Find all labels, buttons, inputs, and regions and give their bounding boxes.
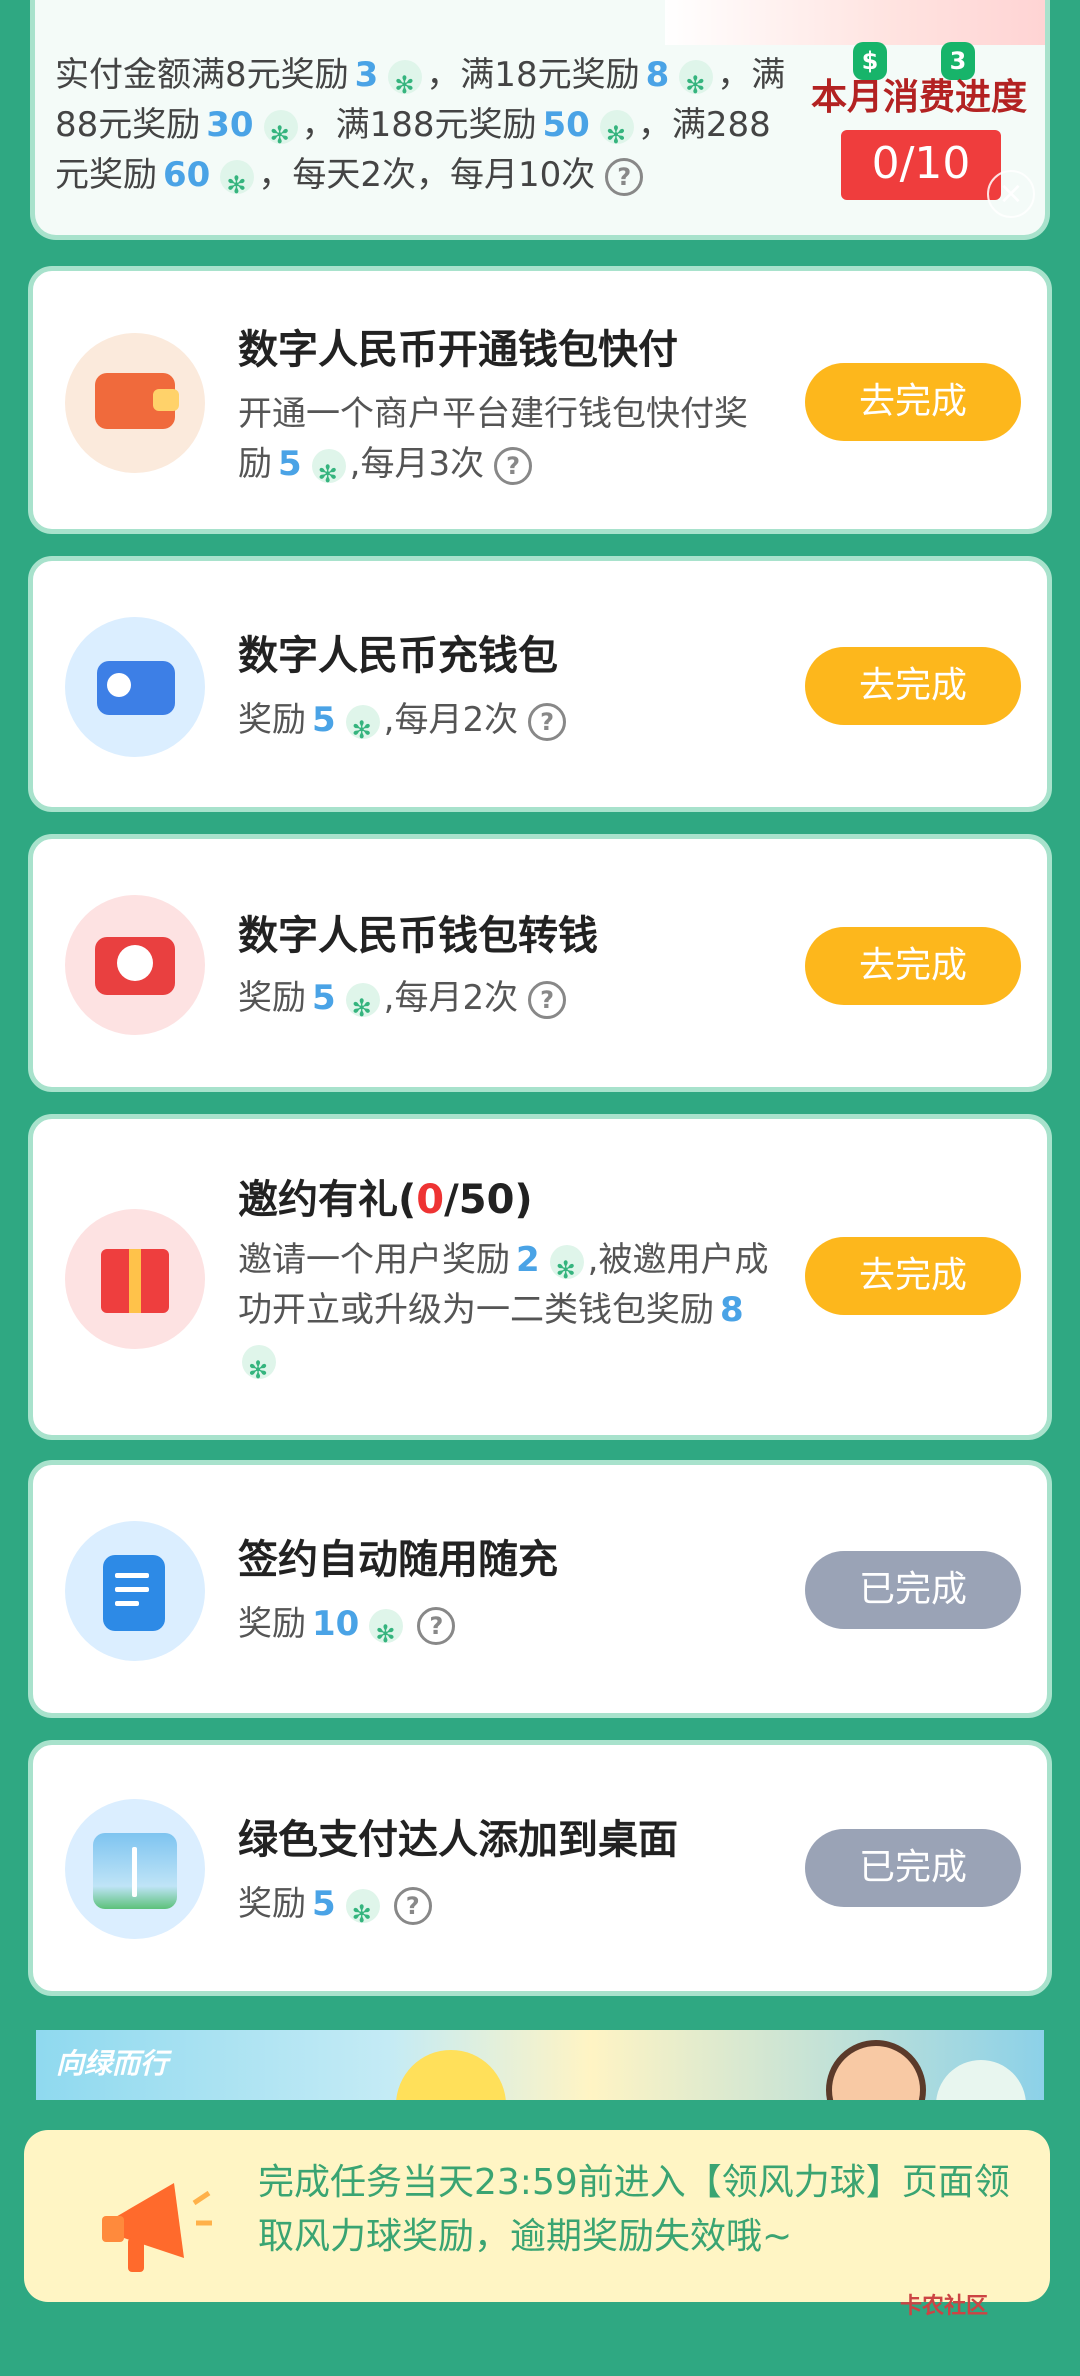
gift-icon — [65, 1209, 205, 1349]
complete-task-button[interactable]: 去完成 — [805, 927, 1021, 1005]
task-card-wallet-quickpay: 数字人民币开通钱包快付 开通一个商户平台建行钱包快付奖励5,每月3次? 去完成 — [28, 266, 1052, 534]
wind-ball-icon — [345, 982, 380, 1033]
help-icon[interactable]: ? — [528, 980, 567, 1019]
desc-text: ,每月2次 — [383, 700, 519, 740]
wind-ball-icon — [388, 59, 423, 110]
promo-banner[interactable]: 向绿而行 — [36, 2030, 1044, 2100]
reward-number: 5 — [312, 978, 336, 1018]
help-icon[interactable]: ? — [393, 1886, 432, 1925]
help-icon[interactable]: ? — [605, 157, 644, 196]
wind-turbine-icon — [65, 1799, 205, 1939]
close-icon[interactable]: × — [987, 170, 1035, 218]
task-description: 奖励5 ,每月2次? — [238, 973, 778, 1033]
reward-text: ，满18元奖励 — [426, 55, 640, 95]
wind-ball-icon — [220, 159, 255, 210]
reward-number: 30 — [206, 105, 254, 145]
reward-number: 8 — [720, 1290, 744, 1330]
reward-number: 5 — [278, 444, 302, 484]
task-description: 邀请一个用户奖励2,被邀用户成功开立或升级为一二类钱包奖励8 — [238, 1235, 778, 1395]
monthly-progress-title: 本月消费进度 — [810, 77, 1027, 118]
desc-text: ,每月3次 — [349, 444, 485, 484]
reward-number: 50 — [542, 105, 590, 145]
megaphone-icon — [102, 2183, 212, 2272]
task-title: 数字人民币钱包转钱 — [238, 913, 598, 959]
task-title: 数字人民币开通钱包快付 — [238, 327, 678, 373]
help-icon[interactable]: ? — [417, 1606, 456, 1645]
task-title: 邀约有礼(0/50) — [238, 1167, 533, 1225]
task-description: 开通一个商户平台建行钱包快付奖励5,每月3次? — [238, 389, 778, 499]
desc-text: ,每月2次 — [383, 978, 519, 1018]
task-title: 数字人民币充钱包 — [238, 633, 558, 679]
task-description: 奖励5 ,每月2次? — [238, 695, 778, 755]
task-title: 签约自动随用随充 — [238, 1537, 558, 1583]
task-title: 绿色支付达人添加到桌面 — [238, 1817, 678, 1863]
wind-ball-icon — [263, 109, 298, 160]
task-card-auto-topup: 签约自动随用随充 奖励10? 已完成 — [28, 1460, 1052, 1718]
reward-text: 实付金额满8元奖励 — [55, 55, 349, 95]
task-description: 奖励10? — [238, 1599, 778, 1659]
task-card-topup-wallet: 数字人民币充钱包 奖励5 ,每月2次? 去完成 — [28, 556, 1052, 812]
complete-task-button[interactable]: 去完成 — [805, 363, 1021, 441]
desc-text: 奖励 — [238, 978, 306, 1018]
notice-text: 完成任务当天23:59前进入【领风力球】页面领取风力球奖励，逾期奖励失效哦~ — [258, 2162, 1010, 2257]
wind-ball-icon — [311, 448, 346, 499]
help-icon[interactable]: ? — [494, 446, 533, 485]
desc-text: 奖励 — [238, 700, 306, 740]
reward-number: 10 — [312, 1604, 360, 1644]
task-card-add-to-desktop: 绿色支付达人添加到桌面 奖励5? 已完成 — [28, 1740, 1052, 1996]
complete-task-button[interactable]: 去完成 — [805, 647, 1021, 725]
consumption-reward-card: 实付金额满8元奖励3，满18元奖励8，满88元奖励30，满188元奖励50，满2… — [30, 0, 1050, 240]
desc-text: 邀请一个用户奖励 — [238, 1240, 510, 1280]
reward-number: 3 — [354, 55, 379, 95]
desc-text: 奖励 — [238, 1884, 306, 1924]
reward-number: 8 — [645, 55, 670, 95]
wind-ball-icon — [345, 704, 380, 755]
task-card-wallet-transfer: 数字人民币钱包转钱 奖励5 ,每月2次? 去完成 — [28, 834, 1052, 1092]
wallet-transfer-icon — [65, 617, 205, 757]
reward-number: 60 — [163, 155, 211, 195]
title-text: /50) — [444, 1177, 533, 1223]
completed-task-button[interactable]: 已完成 — [805, 1829, 1021, 1907]
wind-ball-icon — [345, 1888, 380, 1939]
title-text: 邀约有礼( — [238, 1177, 417, 1223]
card-header-decoration — [665, 0, 1045, 45]
document-sign-icon — [65, 1521, 205, 1661]
wind-ball-icon — [369, 1608, 404, 1659]
watermark-logo: 卡农社区 — [900, 2294, 989, 2319]
completed-task-button[interactable]: 已完成 — [805, 1551, 1021, 1629]
help-icon[interactable]: ? — [528, 702, 567, 741]
wind-ball-icon — [936, 2060, 1026, 2100]
banner-logo: 向绿而行 — [56, 2047, 169, 2080]
reward-number: 5 — [312, 700, 336, 740]
monthly-progress-value: 0/10 — [841, 130, 1001, 200]
task-description: 奖励5? — [238, 1879, 778, 1939]
transfer-money-icon — [65, 895, 205, 1035]
wind-ball-icon — [242, 1344, 276, 1395]
reward-text: ，每天2次，每月10次 — [258, 155, 596, 195]
wind-ball-icon — [549, 1244, 584, 1295]
character-avatar — [826, 2040, 926, 2100]
desc-text: 奖励 — [238, 1604, 306, 1644]
task-card-invite: 邀约有礼(0/50) 邀请一个用户奖励2,被邀用户成功开立或升级为一二类钱包奖励… — [28, 1114, 1052, 1440]
consumption-reward-text: 实付金额满8元奖励3，满18元奖励8，满88元奖励30，满188元奖励50，满2… — [55, 50, 795, 210]
complete-task-button[interactable]: 去完成 — [805, 1237, 1021, 1315]
wind-ball-icon — [679, 59, 714, 110]
reward-notice: 完成任务当天23:59前进入【领风力球】页面领取风力球奖励，逾期奖励失效哦~ — [24, 2130, 1050, 2302]
reward-number: 5 — [312, 1884, 336, 1924]
invite-count: 0 — [416, 1177, 445, 1223]
wallet-icon — [65, 333, 205, 473]
reward-number: 2 — [516, 1240, 540, 1280]
sun-icon — [396, 2050, 506, 2100]
wind-ball-icon — [599, 109, 634, 160]
reward-text: ，满188元奖励 — [301, 105, 537, 145]
